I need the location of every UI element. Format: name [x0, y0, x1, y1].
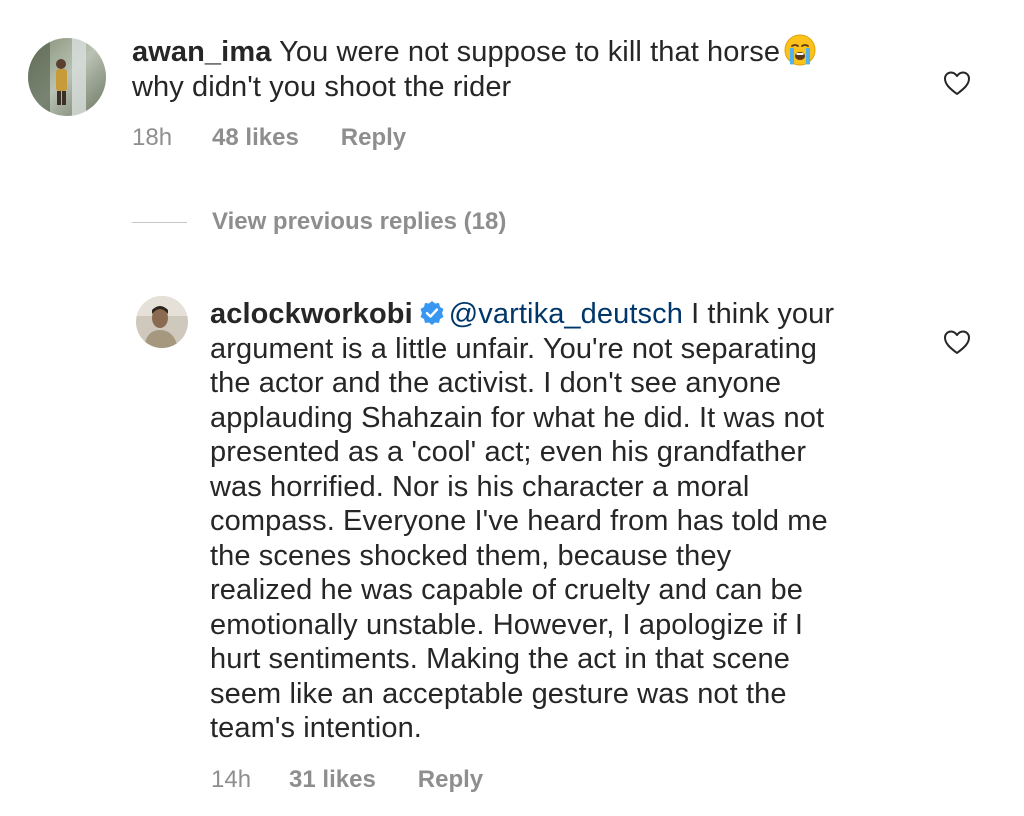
- reply-line-1: I think your: [691, 298, 835, 330]
- reply-line-6: was horrified. Nor is his character a mo…: [210, 470, 750, 503]
- mention-link[interactable]: @vartika_deutsch: [449, 298, 683, 330]
- verified-badge-icon: [419, 300, 445, 326]
- divider-line: [132, 221, 187, 223]
- avatar-aclockworkobi[interactable]: [136, 296, 188, 348]
- reply-line-12: seem like an acceptable gesture was not …: [210, 677, 787, 710]
- comment-meta: 18h 48 likes Reply: [132, 124, 406, 152]
- comment-text-line-1: You were not suppose to kill that horse: [279, 36, 781, 68]
- reply-line-8: the scenes shocked them, because they: [210, 539, 732, 572]
- reply-reply-button[interactable]: Reply: [418, 766, 483, 794]
- comment-likes[interactable]: 48 likes: [212, 124, 299, 152]
- reply-text: aclockworkobi @vartika_deutsch I think y…: [210, 297, 910, 746]
- comment-timestamp[interactable]: 18h: [132, 124, 172, 152]
- reply-line-4: applauding Shahzain for what he did. It …: [210, 401, 825, 434]
- reply-line-2: argument is a little unfair. You're not …: [210, 332, 818, 365]
- loudly-crying-face-emoji-icon: [784, 34, 816, 66]
- reply-line-9: realized he was capable of cruelty and c…: [210, 574, 803, 606]
- like-heart-icon[interactable]: [943, 70, 971, 96]
- reply-line-11: hurt sentiments. Making the act in that …: [210, 643, 790, 675]
- reply-username[interactable]: aclockworkobi: [210, 298, 413, 330]
- reply-like-heart-icon[interactable]: [943, 329, 971, 355]
- comments-thread: awan_ima You were not suppose to kill th…: [0, 0, 1024, 816]
- comment-username[interactable]: awan_ima: [132, 36, 271, 68]
- reply-line-7: compass. Everyone I've heard from has to…: [210, 505, 828, 537]
- reply-meta: 14h 31 likes Reply: [211, 766, 483, 794]
- comment-text-line-2: why didn't you shoot the rider: [132, 70, 512, 103]
- reply-likes[interactable]: 31 likes: [289, 766, 376, 794]
- reply-timestamp[interactable]: 14h: [211, 766, 251, 794]
- reply-line-3: the actor and the activist. I don't see …: [210, 367, 782, 399]
- comment-text: awan_ima You were not suppose to kill th…: [132, 34, 912, 104]
- comment-reply-button[interactable]: Reply: [341, 124, 406, 152]
- reply-line-13: team's intention.: [210, 712, 422, 744]
- view-previous-replies-label: View previous replies (18): [212, 208, 507, 235]
- avatar-awan-ima[interactable]: [28, 38, 106, 116]
- reply-line-10: emotionally unstable. However, I apologi…: [210, 608, 804, 641]
- view-previous-replies-button[interactable]: View previous replies (18): [132, 208, 506, 236]
- reply-line-5: presented as a 'cool' act; even his gran…: [210, 436, 807, 468]
